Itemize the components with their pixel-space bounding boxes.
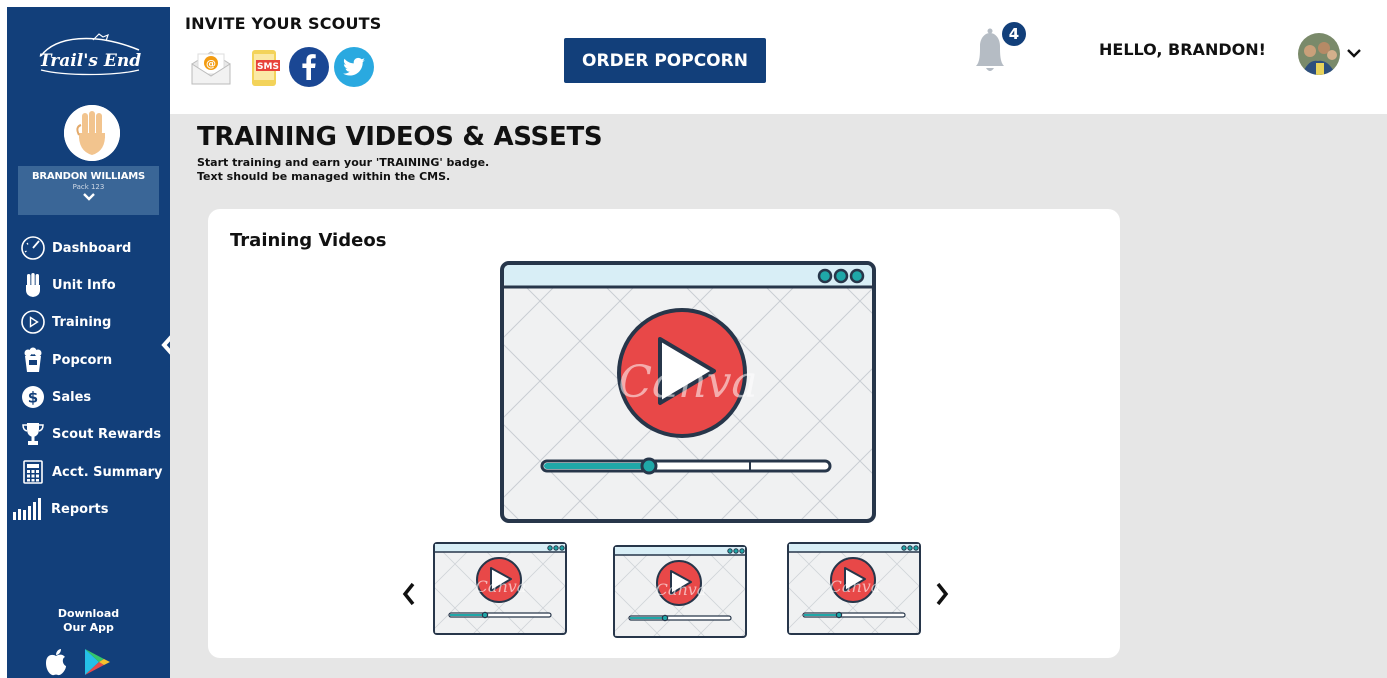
sms-label: SMS — [257, 62, 279, 72]
chevron-down-icon[interactable] — [1346, 47, 1362, 59]
google-play-icon[interactable] — [83, 647, 111, 677]
featured-video-player[interactable]: Canva — [500, 261, 876, 525]
sidebar-item-label: Reports — [51, 501, 109, 517]
facebook-icon[interactable] — [288, 46, 330, 88]
user-photo-avatar[interactable] — [1298, 33, 1340, 75]
user-switcher[interactable]: BRANDON WILLIAMS Pack 123 — [18, 166, 159, 215]
carousel-next-button[interactable] — [930, 574, 954, 614]
sidebar-item-sales[interactable]: $ Sales — [20, 383, 91, 411]
sidebar-item-label: Popcorn — [52, 352, 113, 368]
page-subtitle-line-1: Start training and earn your 'TRAINING' … — [197, 156, 490, 169]
apple-store-icon[interactable] — [43, 647, 69, 677]
svg-text:@: @ — [206, 59, 216, 70]
page-subtitle: Start training and earn your 'TRAINING' … — [197, 156, 489, 184]
trophy-icon — [20, 421, 46, 447]
download-line-1: Download — [57, 607, 120, 620]
sidebar-item-label: Dashboard — [52, 240, 132, 256]
sidebar-item-label: Sales — [52, 389, 92, 405]
chevron-down-icon — [82, 193, 95, 201]
scout-hand-icon — [20, 272, 46, 298]
chevron-left-icon — [402, 582, 415, 606]
page-title: TRAINING VIDEOS & ASSETS — [197, 122, 603, 152]
video-thumbnail[interactable]: Canva — [613, 545, 747, 638]
training-videos-card: Training Videos Canva Canva Canva Canva — [208, 209, 1120, 658]
trails-end-logo[interactable]: Trail's End — [35, 32, 145, 76]
sidebar-item-dashboard[interactable]: Dashboard — [20, 234, 131, 262]
user-avatar[interactable] — [64, 105, 120, 161]
greeting-text: HELLO, BRANDON! — [1099, 40, 1266, 59]
svg-text:$: $ — [28, 389, 38, 407]
sidebar-item-reports[interactable]: Reports — [11, 495, 108, 523]
dollar-circle-icon: $ — [20, 384, 46, 410]
invite-scouts-title: INVITE YOUR SCOUTS — [185, 14, 382, 33]
download-line-2: Our App — [63, 621, 114, 634]
chevron-right-icon — [936, 582, 949, 606]
carousel-prev-button[interactable] — [397, 574, 421, 614]
page-subtitle-line-2: Text should be managed within the CMS. — [197, 170, 451, 183]
sidebar-item-label: Acct. Summary — [52, 464, 163, 480]
canva-watermark: Canva — [656, 580, 707, 599]
sidebar-item-unit-info[interactable]: Unit Info — [20, 271, 116, 299]
video-thumbnail[interactable]: Canva — [787, 542, 921, 635]
sidebar-item-acct-summary[interactable]: Acct. Summary — [20, 458, 163, 486]
canva-watermark: Canva — [618, 357, 757, 408]
calculator-icon — [20, 459, 46, 485]
scout-salute-icon — [64, 105, 120, 161]
twitter-icon[interactable] — [333, 46, 375, 88]
user-name: BRANDON WILLIAMS — [32, 171, 145, 182]
dashboard-gauge-icon — [20, 235, 46, 261]
main-content: TRAINING VIDEOS & ASSETS Start training … — [170, 114, 1387, 678]
sidebar-item-scout-rewards[interactable]: Scout Rewards — [20, 420, 161, 448]
training-videos-title: Training Videos — [230, 230, 387, 251]
sidebar-item-label: Scout Rewards — [52, 426, 162, 442]
popcorn-icon — [20, 347, 46, 373]
sms-icon[interactable]: SMS — [244, 46, 286, 88]
order-popcorn-button[interactable]: ORDER POPCORN — [564, 38, 766, 83]
sidebar-item-training[interactable]: Training — [20, 308, 111, 336]
logo-text: Trail's End — [39, 51, 141, 71]
canva-watermark: Canva — [830, 577, 881, 596]
user-pack: Pack 123 — [72, 183, 105, 191]
sidebar-item-label: Training — [52, 314, 112, 330]
sidebar-item-label: Unit Info — [52, 277, 116, 293]
email-icon[interactable]: @ — [190, 46, 232, 88]
notification-count-badge: 4 — [1002, 22, 1026, 46]
sidebar: Trail's End BRANDON WILLIAMS Pack 123 Da… — [7, 7, 170, 678]
top-bar: INVITE YOUR SCOUTS @ SMS ORDER POPCORN 4… — [170, 0, 1387, 114]
download-app-text: Download Our App — [7, 607, 170, 635]
canva-watermark: Canva — [476, 577, 527, 596]
video-thumbnail[interactable]: Canva — [433, 542, 567, 635]
bar-chart-icon — [11, 496, 45, 522]
play-circle-icon — [20, 309, 46, 335]
sidebar-item-popcorn[interactable]: Popcorn — [20, 346, 112, 374]
